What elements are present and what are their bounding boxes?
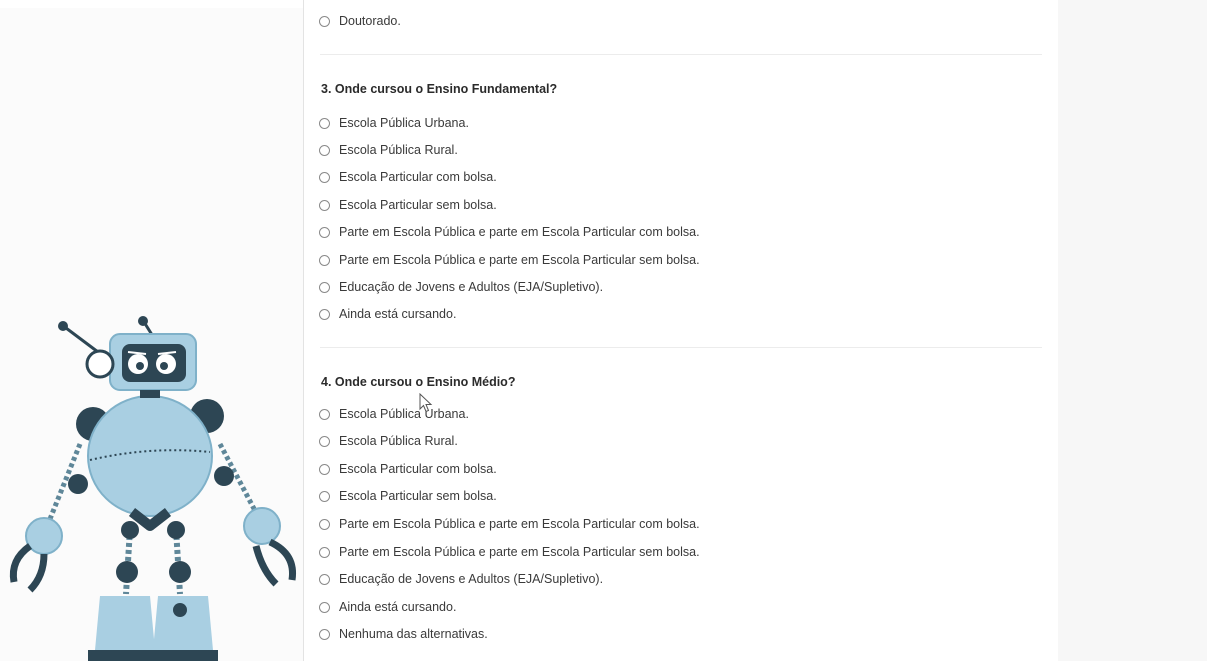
q4-option[interactable]: Educação de Jovens e Adultos (EJA/Suplet… [319, 571, 603, 587]
option-label: Educação de Jovens e Adultos (EJA/Suplet… [339, 572, 604, 586]
radio-button[interactable] [319, 628, 330, 640]
radio-button[interactable] [319, 226, 330, 238]
radio-button[interactable] [319, 308, 330, 320]
form-card [303, 0, 1059, 661]
q3-option[interactable]: Escola Particular com bolsa. [319, 169, 497, 185]
option-label: Escola Pública Urbana. [339, 407, 469, 421]
robot-mascot-illustration [9, 316, 297, 661]
divider [320, 54, 1042, 55]
q4-option[interactable]: Nenhuma das alternativas. [319, 626, 488, 642]
radio-button[interactable] [319, 463, 330, 475]
option-label: Nenhuma das alternativas. [339, 627, 488, 641]
radio-button[interactable] [319, 518, 330, 530]
question-title-4: 4. Onde cursou o Ensino Médio? [321, 375, 516, 389]
radio-button[interactable] [319, 546, 330, 558]
option-label: Parte em Escola Pública e parte em Escol… [339, 517, 700, 531]
option-label: Escola Pública Rural. [339, 434, 458, 448]
option-label: Escola Particular com bolsa. [339, 170, 497, 184]
q3-option[interactable]: Ainda está cursando. [319, 306, 456, 322]
right-panel [1058, 0, 1207, 661]
option-label: Escola Pública Rural. [339, 143, 458, 157]
radio-button[interactable] [319, 408, 330, 420]
question-title-3: 3. Onde cursou o Ensino Fundamental? [321, 82, 558, 96]
q3-option[interactable]: Parte em Escola Pública e parte em Escol… [319, 224, 700, 240]
q3-option[interactable]: Educação de Jovens e Adultos (EJA/Suplet… [319, 279, 603, 295]
q3-option[interactable]: Escola Pública Rural. [319, 142, 458, 158]
option-label: Doutorado. [339, 14, 401, 28]
q4-option[interactable]: Escola Pública Urbana. [319, 406, 469, 422]
option-label: Escola Particular com bolsa. [339, 462, 497, 476]
radio-button[interactable] [319, 254, 330, 266]
option-label: Parte em Escola Pública e parte em Escol… [339, 253, 700, 267]
option-label: Parte em Escola Pública e parte em Escol… [339, 545, 700, 559]
radio-button[interactable] [319, 171, 330, 183]
radio-button[interactable] [319, 117, 330, 129]
radio-button[interactable] [319, 573, 330, 585]
q4-option[interactable]: Parte em Escola Pública e parte em Escol… [319, 516, 700, 532]
option-label: Escola Particular sem bolsa. [339, 489, 497, 503]
radio-button[interactable] [319, 144, 330, 156]
option-label: Ainda está cursando. [339, 307, 457, 321]
q4-option[interactable]: Escola Pública Rural. [319, 433, 458, 449]
q4-option[interactable]: Parte em Escola Pública e parte em Escol… [319, 544, 700, 560]
option-label: Escola Pública Urbana. [339, 116, 469, 130]
radio-button[interactable] [319, 199, 330, 211]
q3-option[interactable]: Escola Pública Urbana. [319, 115, 469, 131]
radio-button[interactable] [319, 435, 330, 447]
radio-button[interactable] [319, 601, 330, 613]
q3-option[interactable]: Parte em Escola Pública e parte em Escol… [319, 252, 700, 268]
divider [320, 347, 1042, 348]
option-label: Ainda está cursando. [339, 600, 457, 614]
q4-option[interactable]: Escola Particular sem bolsa. [319, 488, 497, 504]
radio-button[interactable] [319, 490, 330, 502]
q3-option[interactable]: Escola Particular sem bolsa. [319, 197, 497, 213]
option-label: Educação de Jovens e Adultos (EJA/Suplet… [339, 280, 604, 294]
q4-option[interactable]: Ainda está cursando. [319, 599, 456, 615]
q4-option[interactable]: Escola Particular com bolsa. [319, 461, 497, 477]
option-label: Parte em Escola Pública e parte em Escol… [339, 225, 700, 239]
mouse-pointer-icon [419, 393, 433, 413]
radio-option-doutorado[interactable]: Doutorado. [319, 13, 401, 29]
option-label: Escola Particular sem bolsa. [339, 198, 497, 212]
radio-button[interactable] [319, 15, 330, 27]
radio-button[interactable] [319, 281, 330, 293]
